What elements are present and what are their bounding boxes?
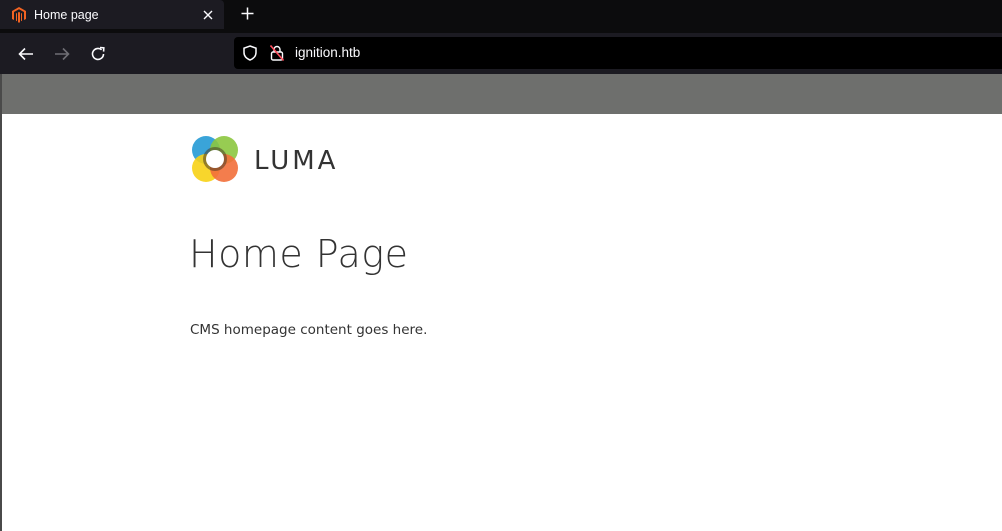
cms-content-text: CMS homepage content goes here. [190,322,428,338]
back-arrow-icon[interactable] [13,41,39,67]
luma-logo[interactable]: LUMA [190,135,360,187]
sidebar-edge [0,74,2,531]
shield-icon[interactable] [242,45,258,61]
tab-strip: Home page [0,0,1002,33]
tab-home-page[interactable]: Home page [0,0,224,29]
tab-title: Home page [34,7,99,22]
browser-window: Home page ignition.htb LUMA Home Page CM… [0,0,1002,531]
plus-icon[interactable] [236,2,258,24]
luma-logo-icon [190,134,240,189]
forward-arrow-icon[interactable] [49,41,75,67]
url-text[interactable]: ignition.htb [295,45,360,60]
reload-icon[interactable] [85,41,111,67]
logo-text: LUMA [254,146,339,176]
close-icon[interactable] [198,5,218,25]
page-viewport: LUMA Home Page CMS homepage content goes… [0,74,1002,531]
page-title: Home Page [189,232,409,276]
page-header-strip [2,74,1002,114]
url-bar[interactable]: ignition.htb [234,37,1002,69]
magento-icon [12,6,26,23]
navigation-toolbar: ignition.htb [0,33,1002,74]
insecure-lock-icon[interactable] [269,45,285,61]
